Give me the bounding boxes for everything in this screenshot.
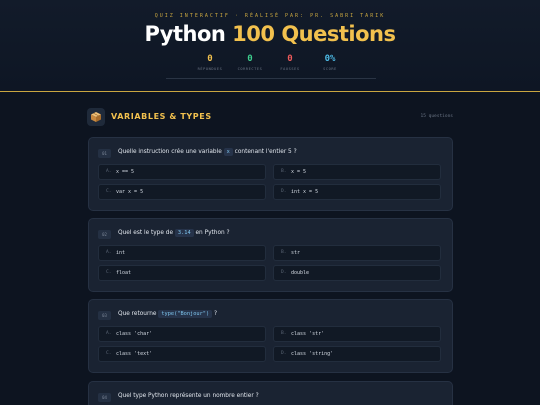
question-text: Quel type Python représente un nombre en… bbox=[118, 393, 259, 399]
option-text: x == 5 bbox=[116, 169, 135, 175]
question-number: 04 bbox=[98, 393, 111, 402]
stats-bar: 0 RÉPONDUES 0 CORRECTES 0 FAUSSES 0% SCO… bbox=[0, 54, 540, 71]
question-header: 04 Quel type Python représente un nombre… bbox=[98, 392, 443, 404]
quiz-title: Python 100 Questions bbox=[0, 22, 540, 46]
option-c[interactable]: C. float bbox=[98, 265, 266, 281]
option-text: int bbox=[116, 250, 126, 256]
option-letter: A. bbox=[106, 250, 112, 255]
option-b[interactable]: B. str bbox=[273, 245, 441, 261]
option-a[interactable]: A. int bbox=[98, 245, 266, 261]
option-text: class 'string' bbox=[291, 351, 334, 357]
stat-score: 0% SCORE bbox=[311, 54, 349, 71]
stat-wrong-label: FAUSSES bbox=[280, 67, 300, 71]
question-text: Quelle instruction crée une variable x c… bbox=[118, 148, 297, 156]
stat-wrong: 0 FAUSSES bbox=[271, 54, 309, 71]
option-text: class 'str' bbox=[291, 331, 325, 337]
option-text: double bbox=[291, 270, 310, 276]
option-letter: C. bbox=[106, 351, 112, 356]
question-text: Que retourne type("Bonjour") ? bbox=[118, 310, 218, 318]
option-letter: B. bbox=[281, 250, 287, 255]
option-c[interactable]: C. var x = 5 bbox=[98, 184, 266, 200]
option-letter: A. bbox=[106, 331, 112, 336]
stat-answered-value: 0 bbox=[207, 54, 213, 64]
category-title: VARIABLES & TYPES bbox=[111, 112, 212, 121]
question-text-before: Quel est le type de bbox=[118, 230, 174, 236]
quiz-subtitle: QUIZ INTERACTIF · RÉALISÉ PAR: PR. SABRI… bbox=[154, 13, 386, 19]
question-code: x bbox=[223, 148, 233, 156]
option-letter: D. bbox=[281, 189, 287, 194]
option-b[interactable]: B. class 'str' bbox=[273, 326, 441, 342]
question-text: Quel est le type de 3.14 en Python ? bbox=[118, 229, 230, 237]
stat-wrong-value: 0 bbox=[287, 54, 293, 64]
question-text-before: Quelle instruction crée une variable bbox=[118, 149, 222, 155]
option-c[interactable]: C. class 'text' bbox=[98, 346, 266, 362]
question-header: 02 Quel est le type de 3.14 en Python ? bbox=[98, 229, 443, 241]
option-d[interactable]: D. class 'string' bbox=[273, 346, 441, 362]
question-text-after: ? bbox=[214, 311, 218, 317]
question-text-after: en Python ? bbox=[195, 230, 230, 236]
question-number: 02 bbox=[98, 230, 111, 239]
category-header: VARIABLES & TYPES 15 questions bbox=[87, 108, 453, 130]
stat-answered-label: RÉPONDUES bbox=[197, 67, 223, 71]
question-text-before: Que retourne bbox=[118, 311, 157, 317]
question-code: type("Bonjour") bbox=[158, 310, 213, 318]
option-text: str bbox=[291, 250, 301, 256]
stat-correct-value: 0 bbox=[247, 54, 253, 64]
option-a[interactable]: A. x == 5 bbox=[98, 164, 266, 180]
question-card: 02 Quel est le type de 3.14 en Python ? … bbox=[88, 218, 453, 292]
option-d[interactable]: D. int x = 5 bbox=[273, 184, 441, 200]
stat-correct: 0 CORRECTES bbox=[231, 54, 269, 71]
option-text: class 'text' bbox=[116, 351, 153, 357]
progress-bar bbox=[166, 78, 376, 79]
question-number: 01 bbox=[98, 149, 111, 158]
question-text-after: contenant l'entier 5 ? bbox=[234, 149, 297, 155]
option-letter: B. bbox=[281, 169, 287, 174]
option-letter: B. bbox=[281, 331, 287, 336]
option-text: var x = 5 bbox=[116, 189, 144, 195]
question-card: 01 Quelle instruction crée une variable … bbox=[88, 137, 453, 211]
stat-score-value: 0% bbox=[324, 54, 336, 64]
option-letter: A. bbox=[106, 169, 112, 174]
option-text: int x = 5 bbox=[291, 189, 319, 195]
option-d[interactable]: D. double bbox=[273, 265, 441, 281]
title-python: Python bbox=[144, 22, 226, 46]
question-header: 01 Quelle instruction crée une variable … bbox=[98, 148, 443, 160]
option-text: float bbox=[116, 270, 132, 276]
option-text: class 'char' bbox=[116, 331, 153, 337]
option-letter: C. bbox=[106, 270, 112, 275]
stat-correct-label: CORRECTES bbox=[237, 67, 263, 71]
option-a[interactable]: A. class 'char' bbox=[98, 326, 266, 342]
question-card: 03 Que retourne type("Bonjour") ? A. cla… bbox=[88, 299, 453, 373]
stat-score-label: SCORE bbox=[323, 67, 337, 71]
title-questions: 100 Questions bbox=[232, 22, 396, 46]
question-number: 03 bbox=[98, 311, 111, 320]
question-code: 3.14 bbox=[174, 229, 194, 237]
question-text-before: Quel type Python représente un nombre en… bbox=[118, 393, 259, 399]
box-icon bbox=[87, 108, 105, 126]
option-letter: D. bbox=[281, 270, 287, 275]
stat-answered: 0 RÉPONDUES bbox=[191, 54, 229, 71]
question-header: 03 Que retourne type("Bonjour") ? bbox=[98, 310, 443, 322]
quiz-header: QUIZ INTERACTIF · RÉALISÉ PAR: PR. SABRI… bbox=[0, 0, 540, 92]
option-letter: C. bbox=[106, 189, 112, 194]
option-letter: D. bbox=[281, 351, 287, 356]
option-b[interactable]: B. x = 5 bbox=[273, 164, 441, 180]
category-count: 15 questions bbox=[420, 114, 453, 119]
question-card: 04 Quel type Python représente un nombre… bbox=[88, 381, 453, 405]
option-text: x = 5 bbox=[291, 169, 307, 175]
